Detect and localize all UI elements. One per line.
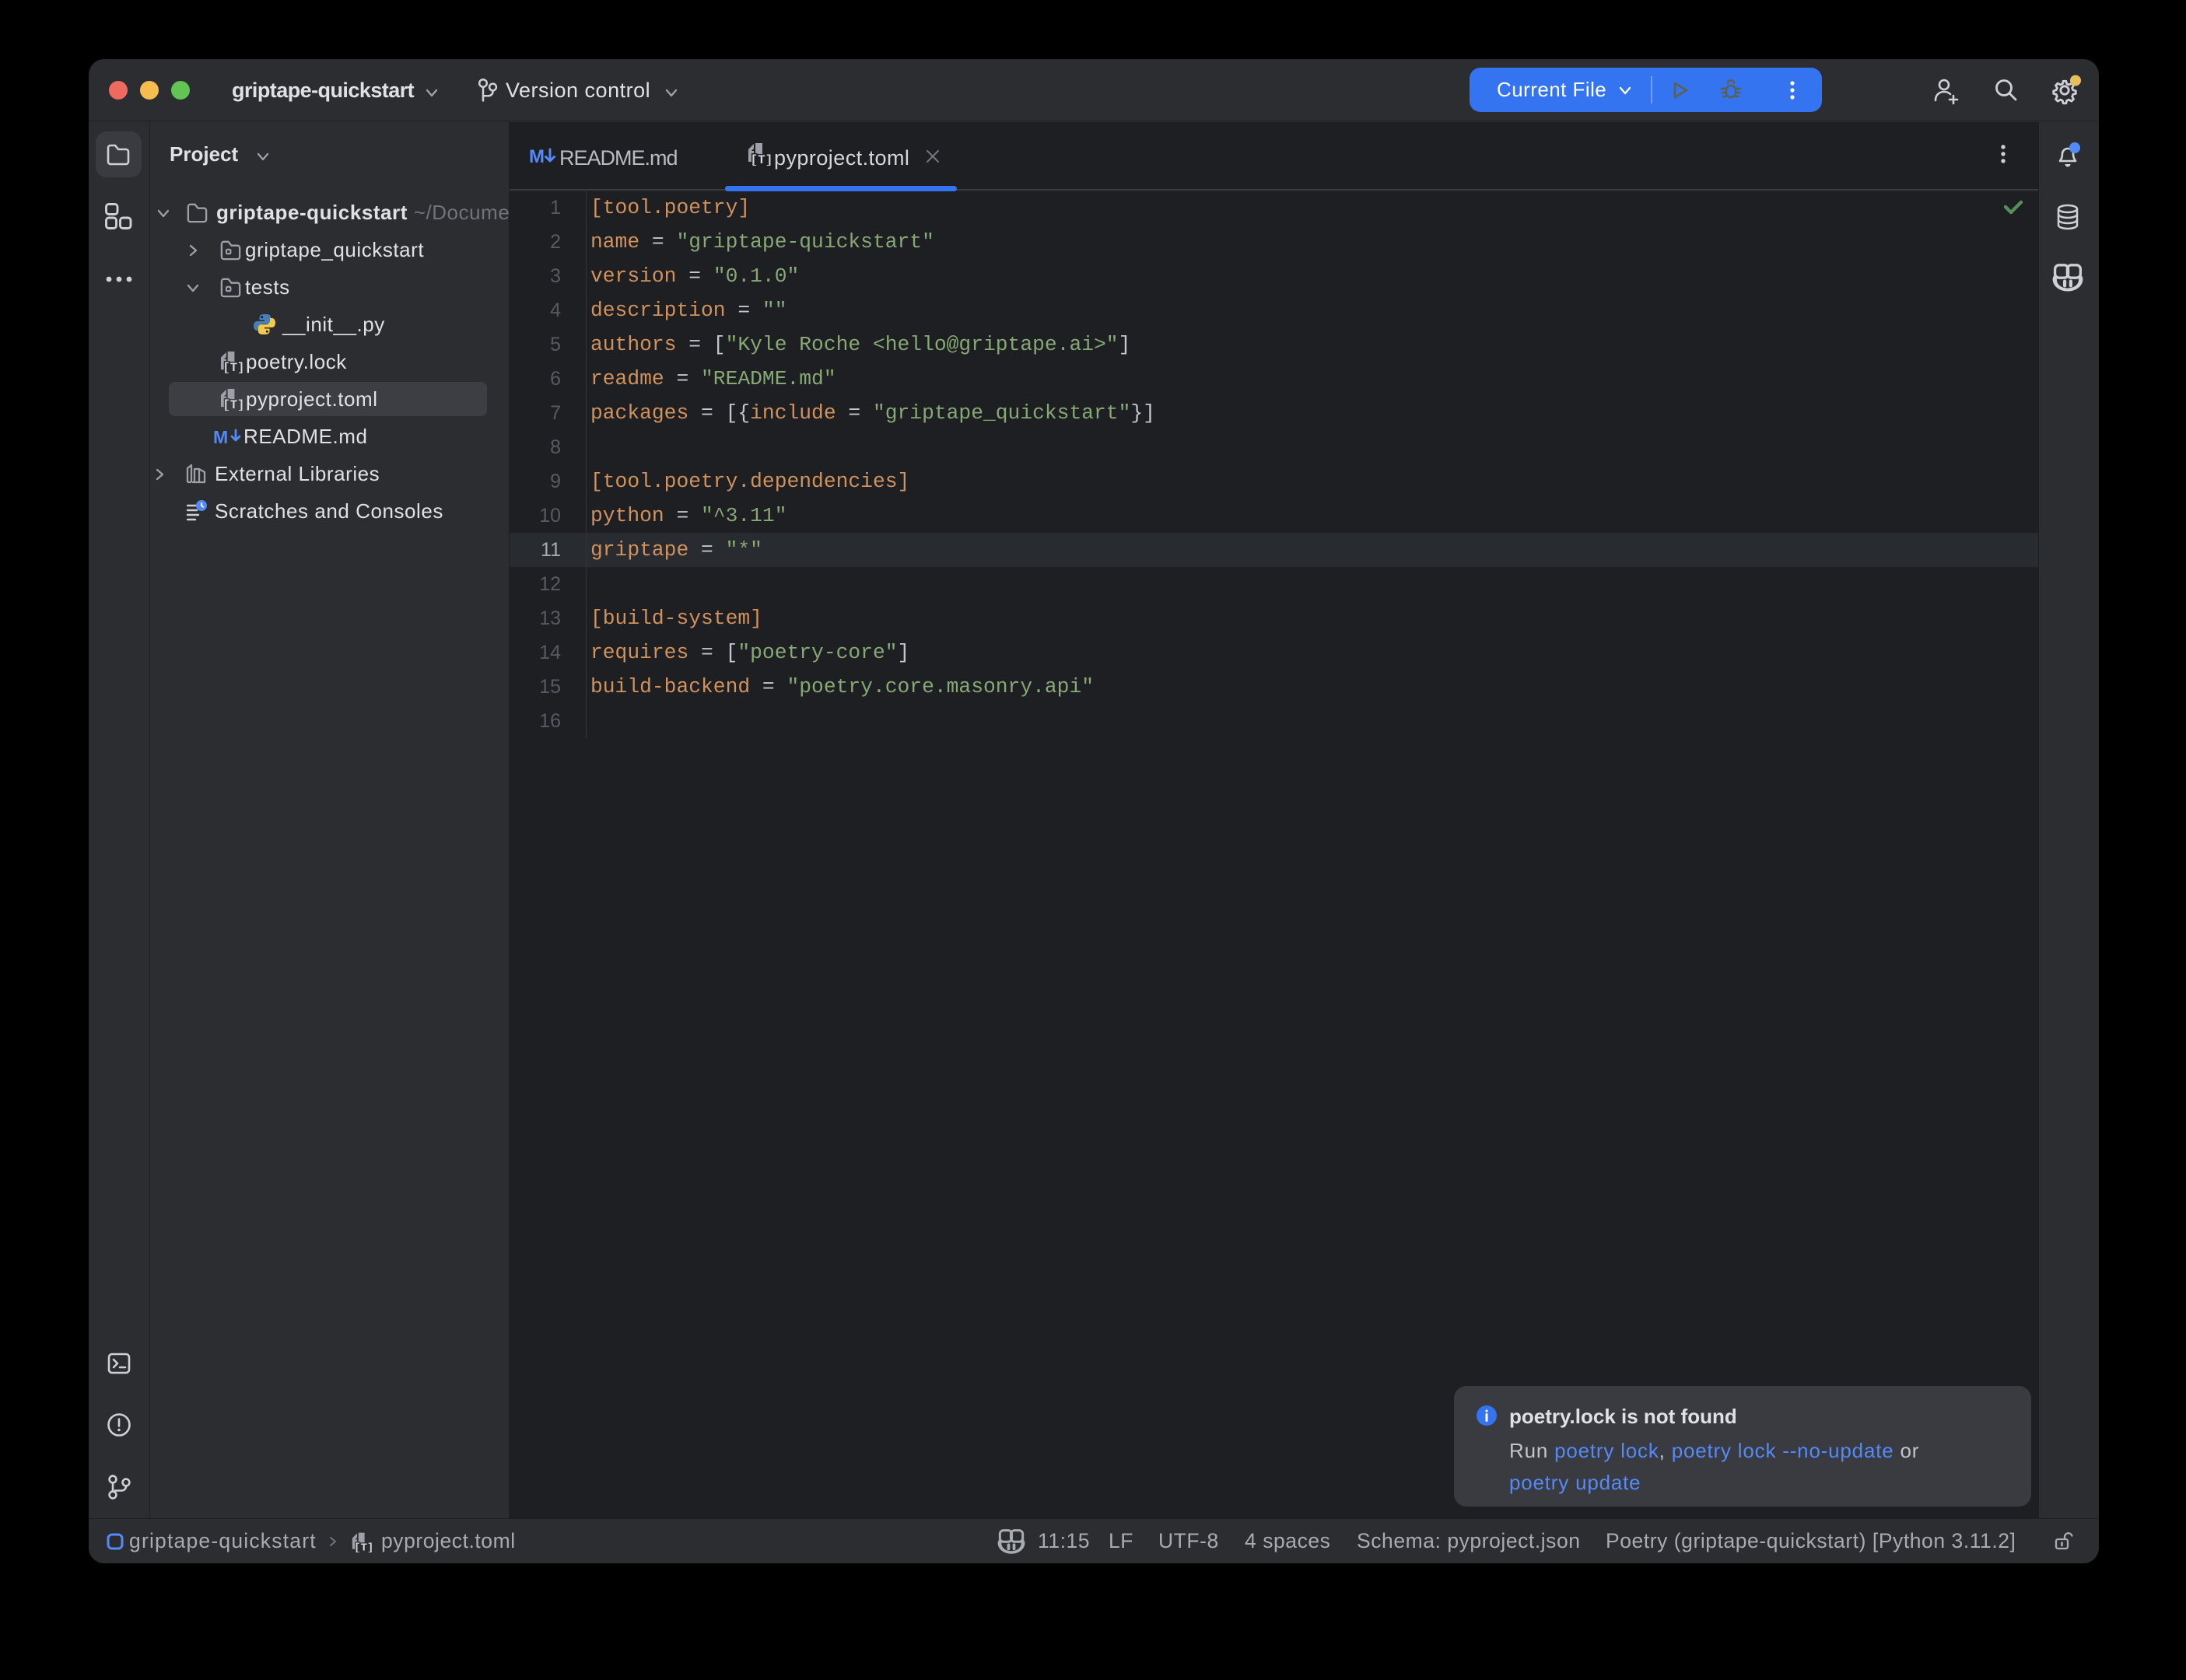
svg-text:M: M bbox=[213, 427, 228, 447]
svg-text:[T]: [T] bbox=[751, 153, 773, 166]
svg-text:[T]: [T] bbox=[354, 1542, 373, 1552]
svg-text:[T]: [T] bbox=[222, 361, 244, 373]
svg-text:M: M bbox=[529, 146, 545, 167]
svg-text:[T]: [T] bbox=[222, 398, 244, 411]
